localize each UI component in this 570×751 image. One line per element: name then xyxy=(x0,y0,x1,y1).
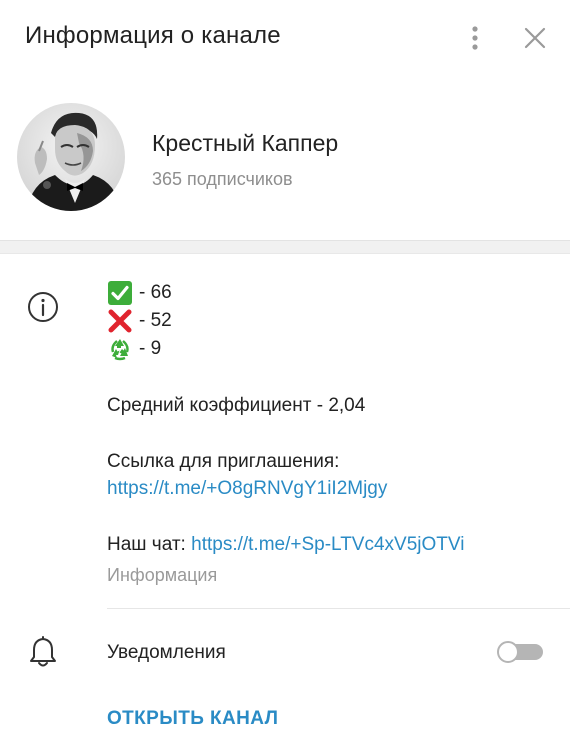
channel-name: Крестный Каппер xyxy=(152,130,339,156)
header: Информация о канале xyxy=(0,0,570,80)
bell-icon xyxy=(28,635,58,669)
stat-losses-value: - 52 xyxy=(139,310,172,331)
more-options-button[interactable] xyxy=(462,24,488,52)
section-divider xyxy=(0,240,570,254)
toggle-knob xyxy=(497,641,519,663)
open-channel-button[interactable]: ОТКРЫТЬ КАНАЛ xyxy=(107,708,278,730)
info-icon xyxy=(26,290,60,324)
notifications-label: Уведомления xyxy=(107,642,226,663)
more-vertical-icon xyxy=(472,26,478,50)
check-mark-icon xyxy=(108,281,132,305)
chat-link[interactable]: https://t.me/+Sp-LTVc4xV5jOTVi xyxy=(191,534,464,555)
cross-mark-icon xyxy=(108,309,132,333)
avg-coefficient: Средний коэффициент - 2,04 xyxy=(107,395,366,416)
stat-losses: - 52 xyxy=(107,308,172,334)
godfather-portrait xyxy=(17,103,125,211)
stat-returns-value: - 9 xyxy=(139,338,162,359)
stat-returns: - 9 xyxy=(107,336,161,362)
chat-line: Наш чат: https://t.me/+Sp-LTVc4xV5jOTVi xyxy=(107,534,464,556)
row-divider xyxy=(107,608,570,609)
chat-label: Наш чат: xyxy=(107,534,186,555)
close-button[interactable] xyxy=(522,25,548,51)
close-icon xyxy=(524,27,546,49)
page-title: Информация о канале xyxy=(25,22,281,49)
subscriber-count: 365 подписчиков xyxy=(152,169,293,189)
info-caption: Информация xyxy=(107,565,218,585)
avatar[interactable] xyxy=(17,103,125,211)
invite-label: Ссылка для приглашения: xyxy=(107,451,340,472)
channel-info-panel: Информация о канале Крестный Каппер 365 … xyxy=(0,0,570,751)
invite-link[interactable]: https://t.me/+O8gRNVgY1iI2Mjgy xyxy=(107,478,387,500)
notifications-toggle[interactable] xyxy=(497,641,543,663)
stat-wins-value: - 66 xyxy=(139,282,172,303)
recycle-icon xyxy=(111,339,129,361)
stat-wins: - 66 xyxy=(107,280,172,306)
